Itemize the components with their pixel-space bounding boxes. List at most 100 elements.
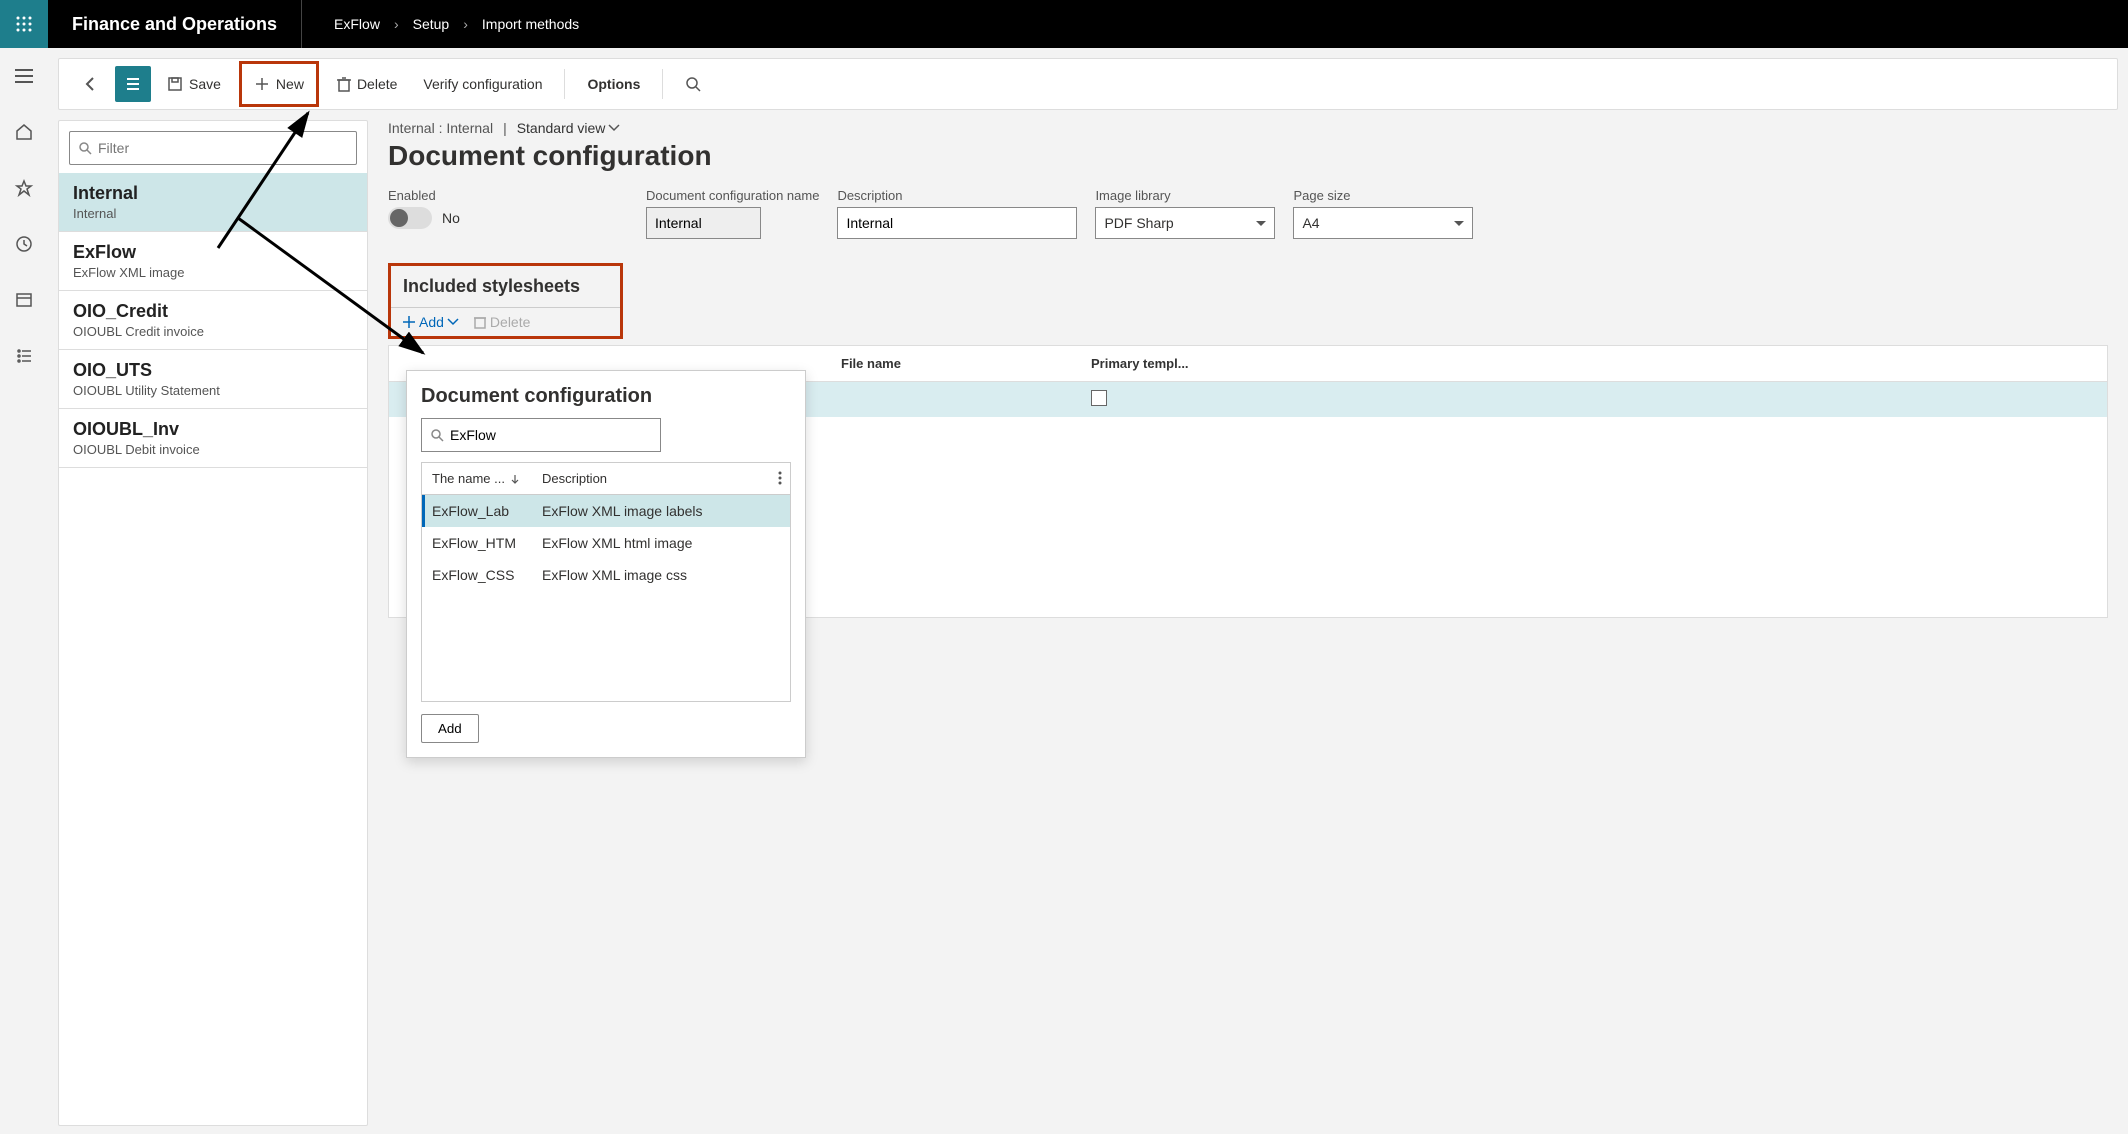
flyout-col-desc[interactable]: Description [542, 471, 780, 486]
detail-pane: Internal : Internal | Standard view Docu… [388, 120, 2128, 1126]
delete-button[interactable]: Delete [327, 66, 407, 102]
list-item-title: OIOUBL_Inv [73, 419, 353, 440]
delete-label: Delete [490, 314, 530, 330]
verify-label: Verify configuration [423, 76, 542, 92]
breadcrumb-item[interactable]: Import methods [482, 16, 579, 32]
list-item-sub: OIOUBL Debit invoice [73, 442, 353, 457]
delete-label: Delete [357, 76, 397, 92]
list-icon [125, 77, 141, 91]
list-item-title: Internal [73, 183, 353, 204]
save-button[interactable]: Save [157, 66, 231, 102]
stylesheets-add-button[interactable]: Add [403, 314, 458, 330]
flyout-row[interactable]: ExFlow_Lab ExFlow XML image labels [422, 495, 790, 527]
plus-icon [403, 316, 415, 328]
flyout-row-name: ExFlow_HTM [432, 535, 542, 551]
more-button[interactable] [778, 471, 782, 488]
separator: | [503, 120, 507, 136]
action-bar: Save New Delete Verify configuration Opt… [58, 58, 2118, 110]
trash-icon [337, 76, 351, 92]
pagesize-select[interactable]: A4 [1293, 207, 1473, 239]
verify-button[interactable]: Verify configuration [413, 66, 552, 102]
new-label: New [276, 76, 304, 92]
enabled-toggle[interactable] [388, 207, 432, 229]
list-item[interactable]: OIOUBL_Inv OIOUBL Debit invoice [59, 409, 367, 468]
app-launcher-button[interactable] [0, 0, 48, 48]
separator [564, 69, 565, 99]
new-button[interactable]: New [244, 66, 314, 102]
list-item[interactable]: OIO_Credit OIOUBL Credit invoice [59, 291, 367, 350]
highlight-stylesheets: Included stylesheets Add Delete [388, 263, 623, 339]
options-button[interactable]: Options [577, 66, 650, 102]
view-selector[interactable]: Standard view [517, 120, 620, 136]
flyout-row[interactable]: ExFlow_CSS ExFlow XML image css [422, 559, 790, 591]
flyout-row-desc: ExFlow XML image css [542, 567, 780, 583]
workspaces-button[interactable] [8, 284, 40, 316]
save-label: Save [189, 76, 221, 92]
hamburger-button[interactable] [8, 60, 40, 92]
breadcrumb: ExFlow › Setup › Import methods [302, 16, 579, 32]
highlight-new: New [239, 61, 319, 107]
breadcrumb-item[interactable]: ExFlow [334, 16, 380, 32]
list-item-sub: ExFlow XML image [73, 265, 353, 280]
page-title: Document configuration [388, 140, 2108, 172]
flyout-table: The name ... Description ExFlow_Lab ExFl… [421, 462, 791, 702]
flyout-add-button[interactable]: Add [421, 714, 479, 743]
record-list: Internal Internal ExFlow ExFlow XML imag… [58, 120, 368, 1126]
flyout-row-desc: ExFlow XML image labels [542, 503, 780, 519]
recent-button[interactable] [8, 228, 40, 260]
search-button[interactable] [675, 66, 711, 102]
grid-header-file[interactable]: File name [829, 346, 1079, 381]
name-label: Document configuration name [646, 188, 819, 203]
list-item-title: ExFlow [73, 242, 353, 263]
list-item[interactable]: ExFlow ExFlow XML image [59, 232, 367, 291]
enabled-label: Enabled [388, 188, 628, 203]
sort-down-icon [511, 475, 519, 485]
name-input[interactable] [646, 207, 761, 239]
arrow-left-icon [83, 76, 99, 92]
list-item[interactable]: OIO_UTS OIOUBL Utility Statement [59, 350, 367, 409]
stylesheets-title: Included stylesheets [391, 266, 620, 307]
app-name: Finance and Operations [48, 0, 302, 48]
modules-button[interactable] [8, 340, 40, 372]
imglib-label: Image library [1095, 188, 1275, 203]
imglib-select[interactable]: PDF Sharp [1095, 207, 1275, 239]
back-button[interactable] [73, 66, 109, 102]
chevron-down-icon [448, 319, 458, 325]
flyout-row-name: ExFlow_Lab [432, 503, 542, 519]
favorites-button[interactable] [8, 172, 40, 204]
topbar: Finance and Operations ExFlow › Setup › … [0, 0, 2128, 48]
enabled-value: No [442, 210, 460, 226]
search-icon [78, 141, 92, 155]
filter-input-wrap[interactable] [69, 131, 357, 165]
flyout-search-input[interactable] [450, 427, 652, 443]
breadcrumb-item[interactable]: Setup [413, 16, 450, 32]
chevron-right-icon: › [463, 16, 468, 32]
search-icon [685, 76, 701, 92]
record-breadcrumb: Internal : Internal [388, 120, 493, 136]
chevron-down-icon [609, 125, 619, 131]
separator [662, 69, 663, 99]
chevron-right-icon: › [394, 16, 399, 32]
flyout-search-wrap[interactable] [421, 418, 661, 452]
options-label: Options [587, 76, 640, 92]
trash-icon [474, 315, 486, 329]
lookup-flyout: Document configuration The name ... Desc… [406, 370, 806, 758]
primary-checkbox[interactable] [1091, 390, 1107, 406]
grid-header-primary[interactable]: Primary templ... [1079, 346, 1329, 381]
list-item[interactable]: Internal Internal [59, 173, 367, 232]
flyout-row[interactable]: ExFlow_HTM ExFlow XML html image [422, 527, 790, 559]
desc-label: Description [837, 188, 1077, 203]
search-icon [430, 428, 444, 442]
list-view-button[interactable] [115, 66, 151, 102]
flyout-col-name[interactable]: The name ... [432, 471, 542, 486]
nav-rail [0, 48, 48, 1134]
filter-input[interactable] [98, 140, 348, 156]
home-button[interactable] [8, 116, 40, 148]
pagesize-label: Page size [1293, 188, 1473, 203]
stylesheets-delete-button: Delete [474, 314, 530, 330]
view-label: Standard view [517, 120, 606, 136]
desc-input[interactable] [837, 207, 1077, 239]
waffle-icon [16, 16, 32, 32]
list-item-title: OIO_UTS [73, 360, 353, 381]
plus-icon [254, 76, 270, 92]
